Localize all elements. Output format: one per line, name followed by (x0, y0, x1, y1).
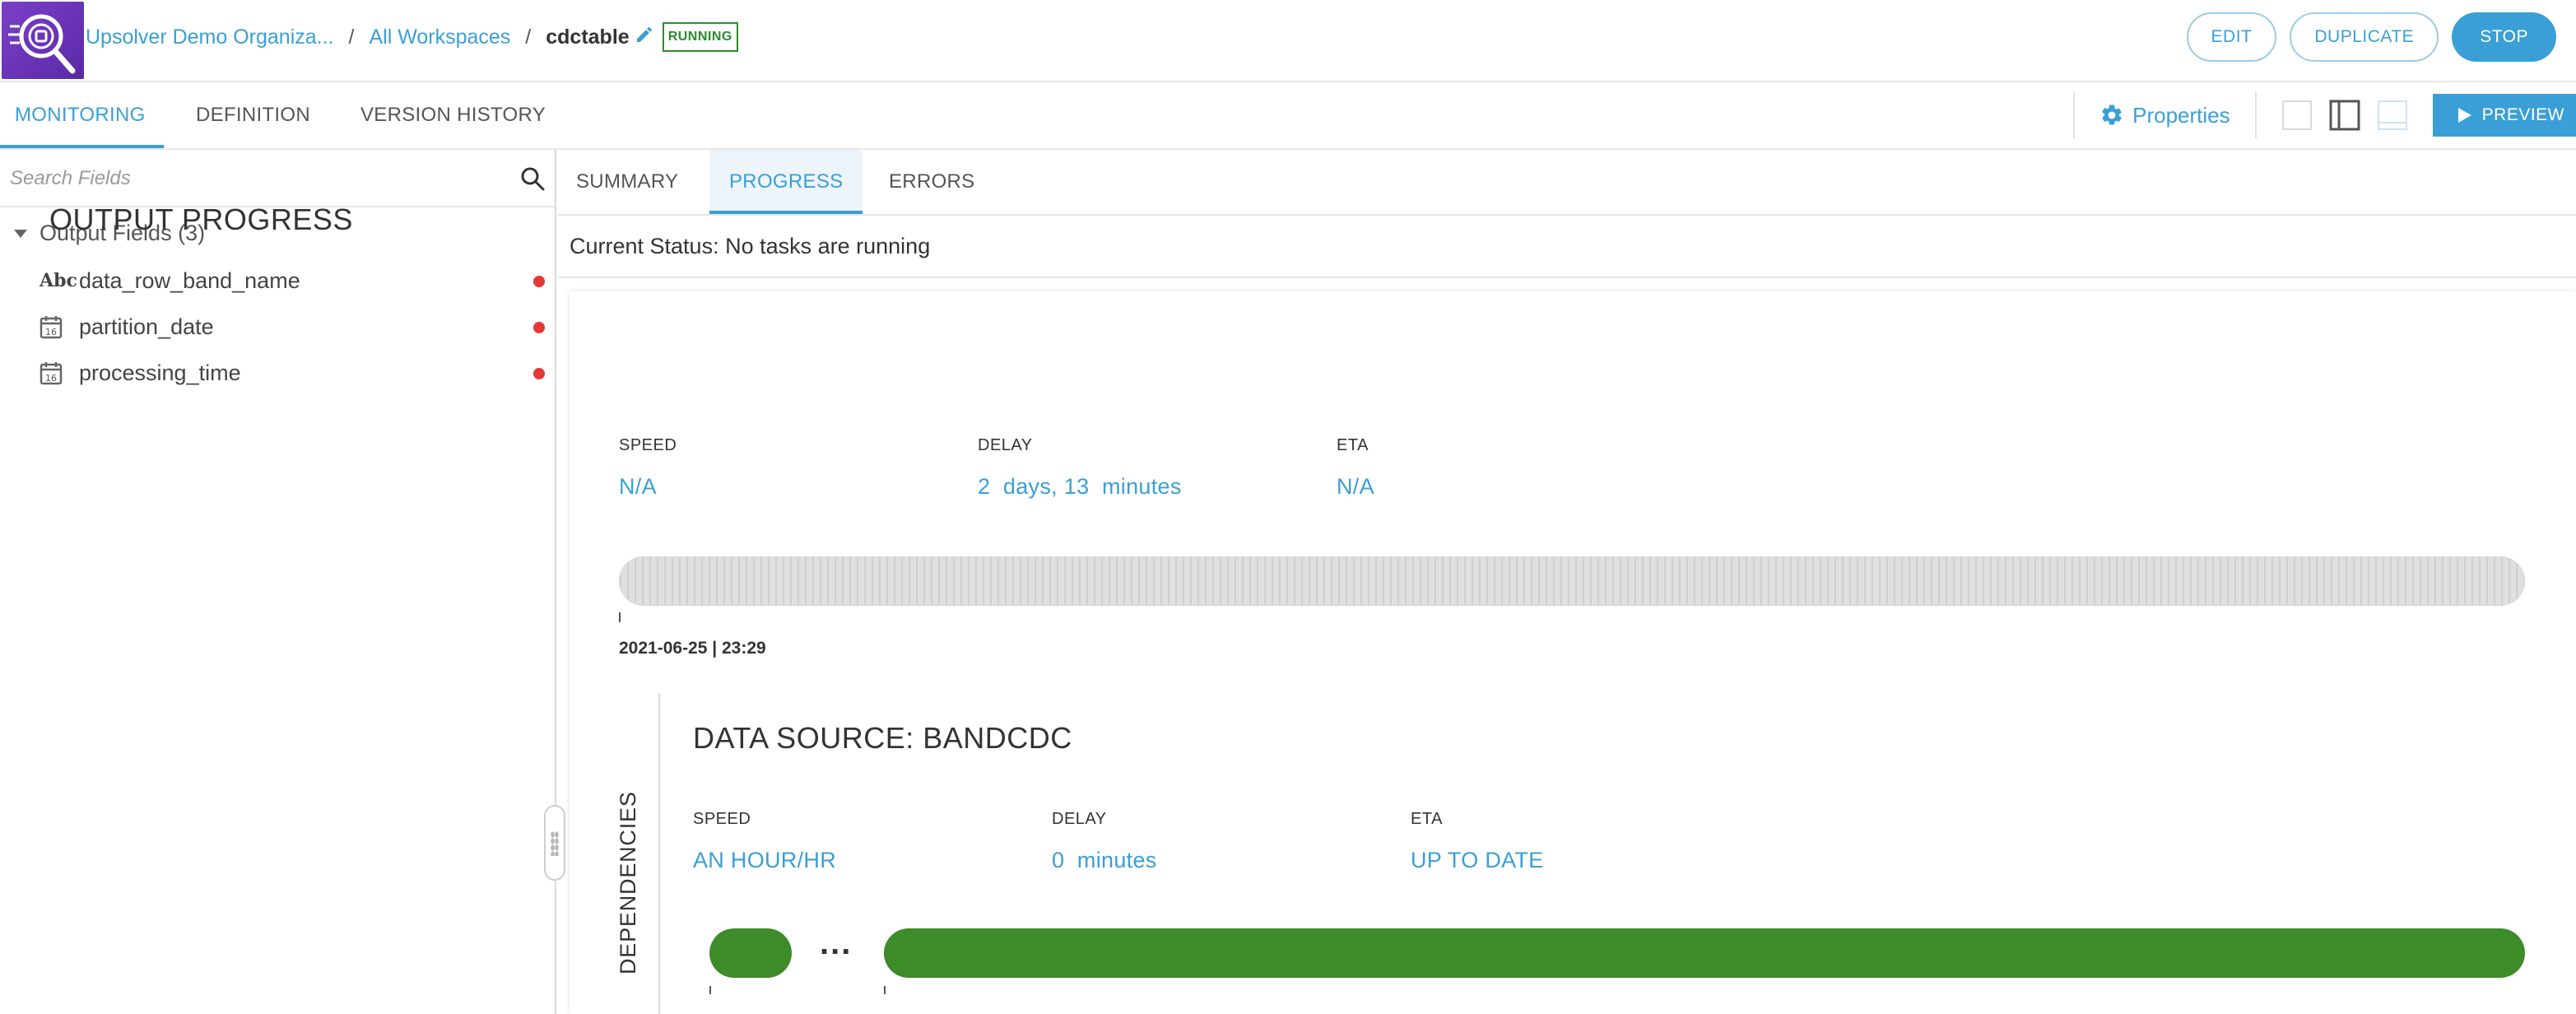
play-icon (2457, 108, 2471, 123)
main-tabs-bar: MONITORING DEFINITION VERSION HISTORY Pr… (0, 82, 2576, 150)
field-name: partition_date (79, 314, 214, 339)
content-tabs: SUMMARY PROGRESS ERRORS (558, 150, 2576, 216)
field-item[interactable]: Abc data_row_band_name (40, 264, 545, 297)
search-bar (0, 150, 555, 207)
delay-value: 2 days, 13 minutes (978, 474, 1182, 499)
svg-text:16: 16 (45, 373, 57, 384)
layout-toggle-group (2257, 100, 2433, 131)
dependency-progress-bar[interactable] (884, 928, 2525, 978)
dependency-progress-start[interactable] (709, 928, 792, 978)
eta-value: N/A (1337, 474, 1374, 499)
tab-progress[interactable]: PROGRESS (709, 150, 863, 214)
tab-version-history[interactable]: VERSION HISTORY (360, 82, 546, 148)
breadcrumb-separator: / (525, 25, 532, 49)
preview-label: PREVIEW (2481, 105, 2564, 124)
properties-label: Properties (2132, 102, 2230, 128)
preview-button[interactable]: PREVIEW (2432, 94, 2576, 137)
stop-button[interactable]: STOP (2452, 12, 2556, 62)
timeline-tick (709, 986, 711, 994)
sidebar-layout-icon[interactable] (2329, 100, 2360, 131)
search-input[interactable] (10, 161, 504, 196)
logo-search-icon (8, 14, 76, 74)
error-dot-icon (533, 322, 545, 333)
tab-summary[interactable]: SUMMARY (576, 150, 678, 214)
upsolver-logo[interactable] (2, 2, 84, 79)
edit-name-pencil-icon[interactable] (635, 25, 654, 50)
caret-down-icon[interactable] (13, 229, 28, 239)
edit-button[interactable]: EDIT (2186, 12, 2277, 62)
error-dot-icon (533, 276, 545, 287)
dep-speed-label: SPEED (693, 810, 751, 828)
duplicate-button[interactable]: DUPLICATE (2290, 12, 2439, 62)
field-item[interactable]: 16 partition_date (40, 310, 545, 343)
timeline-tick (619, 612, 621, 622)
calendar-icon: 16 (40, 314, 79, 339)
svg-text:16: 16 (45, 327, 57, 337)
breadcrumb-separator: / (348, 25, 355, 49)
dep-speed-value: AN HOUR/HR (693, 848, 837, 872)
abc-type-icon: Abc (40, 270, 77, 291)
status-badge: RUNNING (662, 22, 738, 52)
breadcrumb-organization[interactable]: Upsolver Demo Organiza... (86, 26, 334, 49)
search-icon[interactable] (520, 166, 545, 191)
progress-timestamp: 2021-06-25 | 23:29 (619, 639, 766, 658)
fields-panel: Output Fields (3) Abc data_row_band_name… (0, 150, 556, 1014)
tab-errors[interactable]: ERRORS (889, 150, 974, 214)
tab-definition[interactable]: DEFINITION (196, 82, 310, 148)
field-name: processing_time (79, 360, 241, 385)
eta-label: ETA (1337, 436, 1369, 454)
top-bar: Upsolver Demo Organiza... / All Workspac… (0, 0, 2576, 82)
breadcrumb-workspaces[interactable]: All Workspaces (369, 26, 510, 49)
output-progress-bar[interactable] (619, 556, 2525, 606)
dependencies-divider (658, 693, 660, 1014)
gear-icon (2102, 105, 2122, 125)
divider (558, 277, 2576, 278)
error-dot-icon (533, 368, 545, 379)
current-status-text: Current Status: No tasks are running (570, 234, 931, 258)
dep-delay-label: DELAY (1052, 810, 1107, 828)
tab-monitoring[interactable]: MONITORING (0, 82, 164, 148)
dependencies-label: DEPENDENCIES (616, 791, 640, 974)
data-source-title[interactable]: DATA SOURCE: BANDCDC (693, 721, 1072, 756)
timeline-tick (884, 986, 886, 994)
delay-label: DELAY (978, 436, 1033, 454)
toolbar-right: Properties PREVIEW (2073, 82, 2576, 148)
timeline-gap-indicator: ... (820, 925, 853, 961)
dep-eta-value: UP TO DATE (1411, 848, 1544, 872)
output-progress-title: OUTPUT PROGRESS (49, 202, 353, 236)
bottom-panel-layout-icon[interactable] (2377, 100, 2408, 131)
field-name: data_row_band_name (79, 267, 300, 293)
progress-card (570, 291, 2576, 1014)
properties-button[interactable]: Properties (2075, 103, 2255, 128)
top-actions: EDIT DUPLICATE STOP (2186, 12, 2556, 62)
dep-delay-value: 0 minutes (1052, 848, 1157, 872)
speed-label: SPEED (619, 436, 677, 454)
fullscreen-layout-icon[interactable] (2281, 100, 2313, 131)
breadcrumb-current: cdctable (546, 25, 630, 49)
calendar-icon: 16 (40, 360, 79, 385)
dep-eta-label: ETA (1411, 810, 1443, 828)
breadcrumb: Upsolver Demo Organiza... / All Workspac… (86, 0, 738, 74)
speed-value: N/A (619, 474, 657, 499)
field-item[interactable]: 16 processing_time (40, 356, 545, 389)
